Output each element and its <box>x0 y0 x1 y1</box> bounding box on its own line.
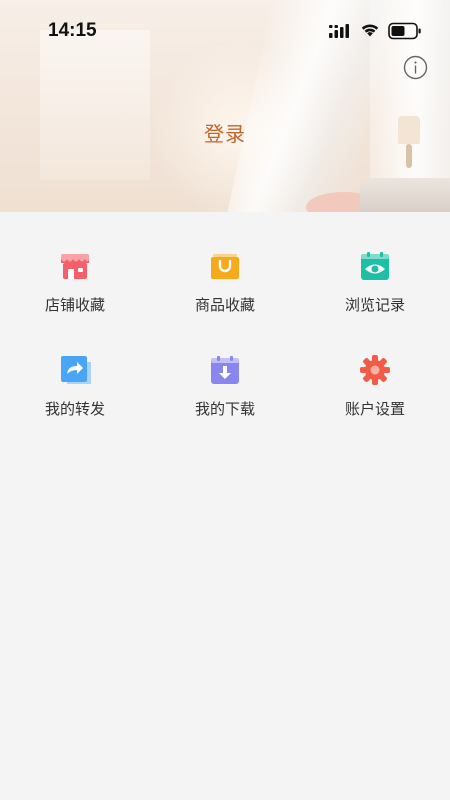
menu-label: 浏览记录 <box>344 296 405 314</box>
bed-illustration <box>360 178 450 212</box>
store-icon <box>61 254 89 279</box>
menu-label: 我的下载 <box>194 400 255 418</box>
menu-label: 商品收藏 <box>194 296 255 314</box>
info-icon[interactable] <box>403 55 428 80</box>
login-button[interactable]: 登录 <box>0 118 450 147</box>
shopping-bag-icon <box>211 254 239 279</box>
menu-item-my-shares[interactable]: 我的转发 <box>0 354 150 444</box>
gear-icon <box>360 355 390 385</box>
status-bar: 14:15 <box>0 0 450 60</box>
share-icon <box>61 356 91 384</box>
menu-item-my-downloads[interactable]: 我的下载 <box>150 354 300 444</box>
menu-label: 账户设置 <box>344 400 405 418</box>
download-icon <box>211 356 239 384</box>
wifi-icon <box>361 24 379 37</box>
menu-label: 店铺收藏 <box>44 296 105 314</box>
menu-label: 我的转发 <box>44 400 105 418</box>
eye-calendar-icon <box>361 252 389 280</box>
battery-icon <box>388 22 421 40</box>
menu-item-store-favorites[interactable]: 店铺收藏 <box>0 250 150 340</box>
menu-item-product-favorites[interactable]: 商品收藏 <box>150 250 300 340</box>
menu-item-account-settings[interactable]: 账户设置 <box>300 354 450 444</box>
cellular-signal-icon <box>329 24 349 38</box>
menu-item-browse-history[interactable]: 浏览记录 <box>300 250 450 340</box>
status-time: 14:15 <box>48 20 97 41</box>
